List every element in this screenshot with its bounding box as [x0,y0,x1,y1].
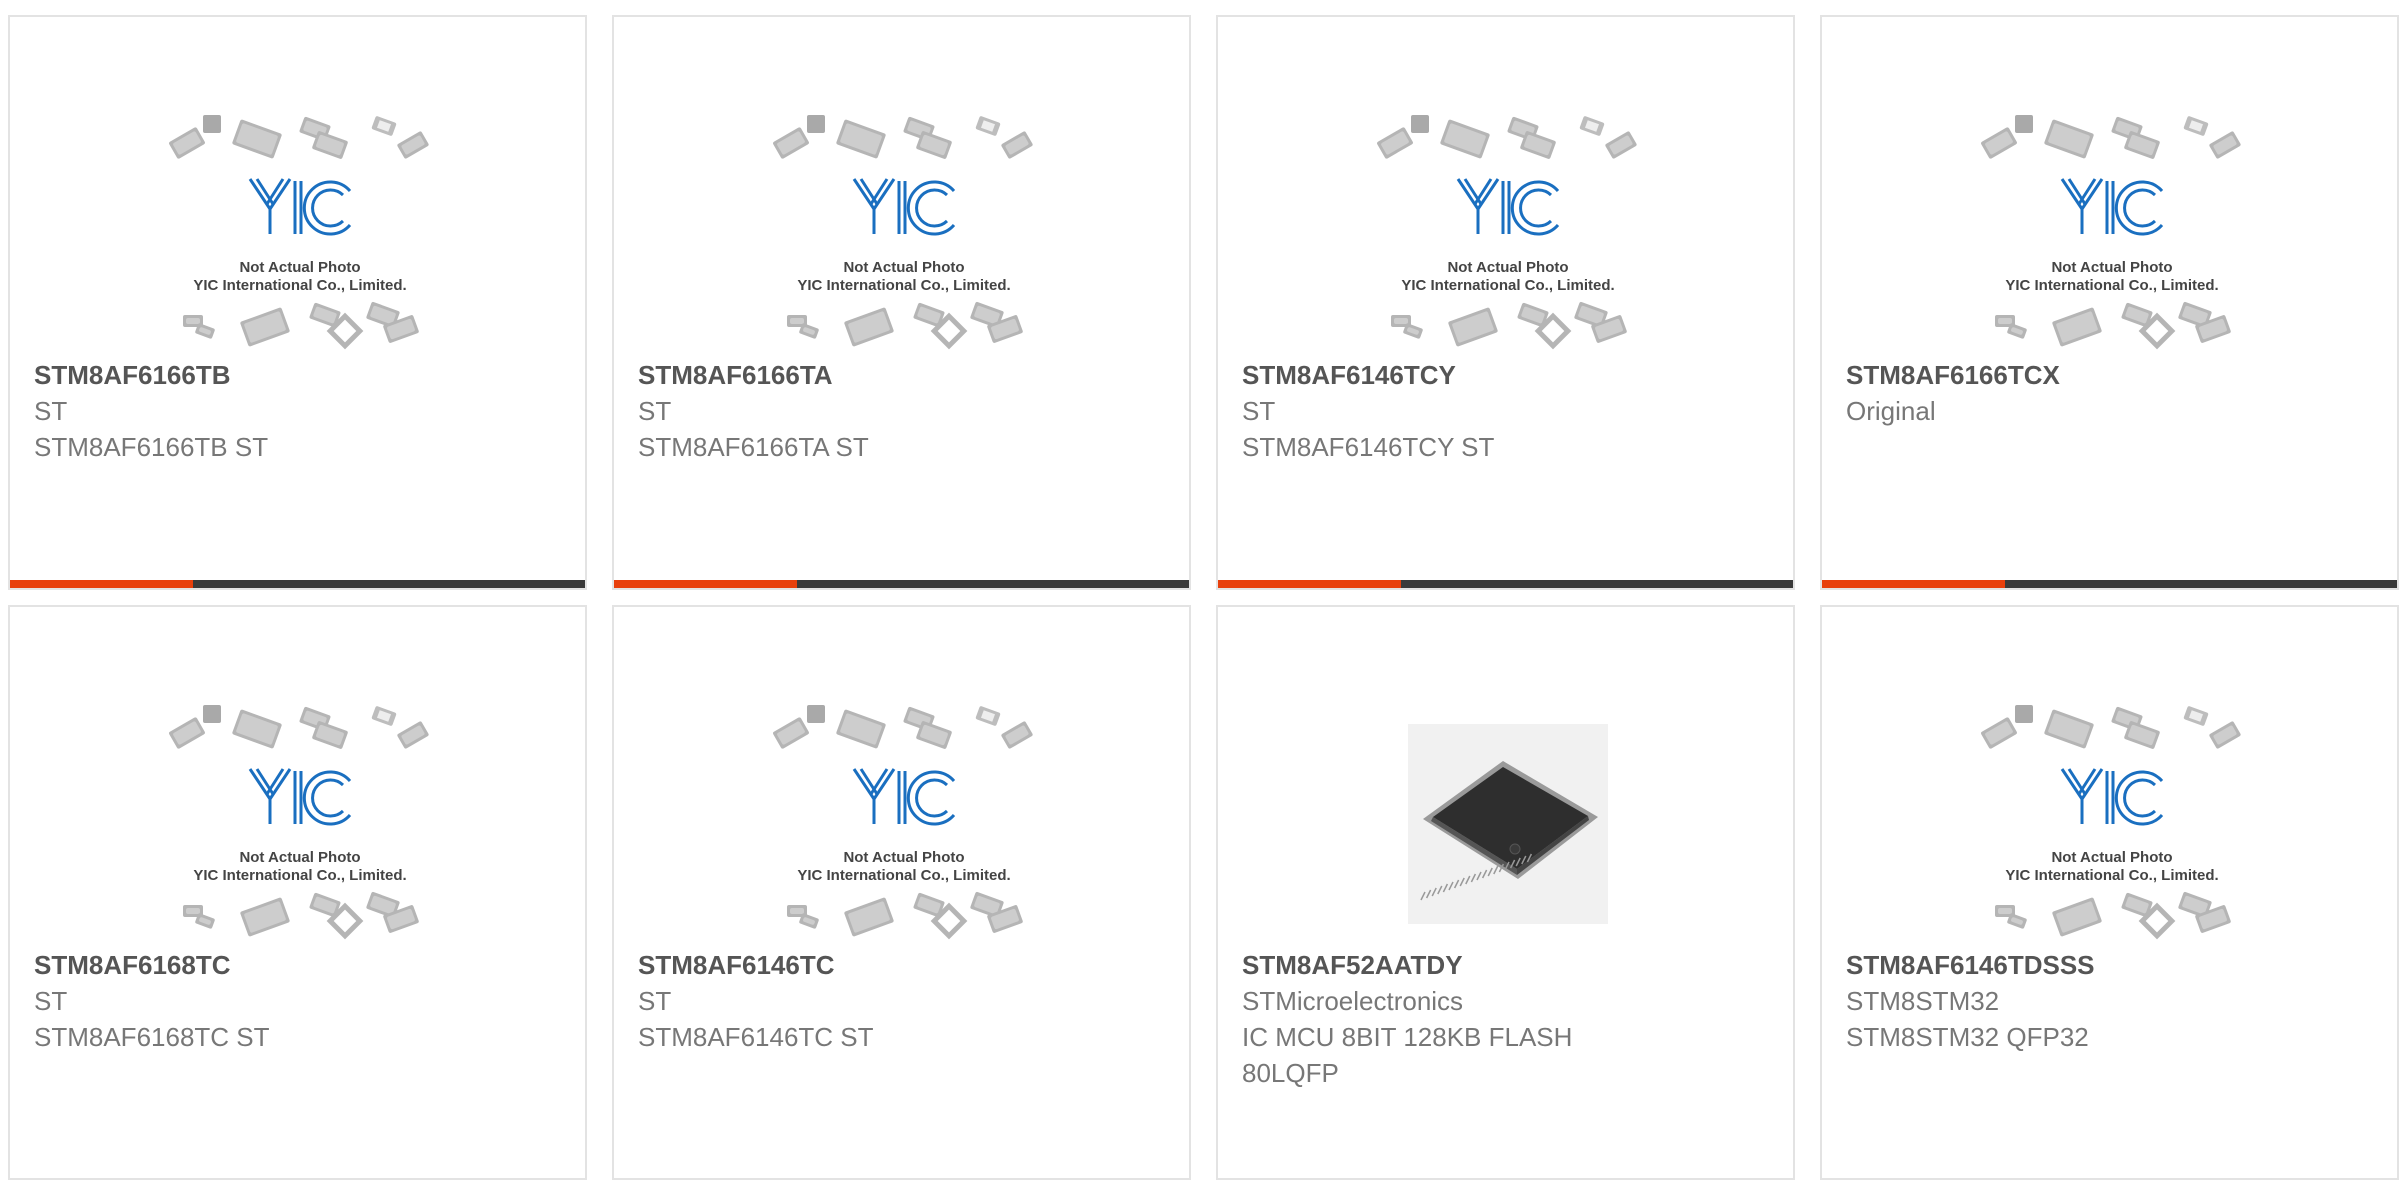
yic-logo [1456,178,1560,236]
package-icon [203,115,221,133]
product-image[interactable]: Not Actual Photo YIC International Co., L… [769,699,1039,949]
package-icon [2015,705,2033,723]
not-actual-photo-placeholder: Not Actual PhotoYIC International Co., L… [1981,705,2241,940]
manufacturer: ST [34,396,68,426]
product-card[interactable]: Not Actual Photo YIC International Co., L… [1820,605,2399,1180]
part-number-link[interactable]: STM8AF52AATDY [1242,947,1769,983]
description: STM8AF6146TC ST [638,1022,874,1052]
product-card[interactable]: Not Actual Photo YIC International Co., L… [1216,15,1795,590]
svg-text:YIC International Co., Limited: YIC International Co., Limited. [2005,867,2218,884]
svg-text:Not Actual Photo: Not Actual Photo [843,259,964,276]
description: STM8AF6168TC ST [34,1022,270,1052]
svg-text:Not Actual Photo: Not Actual Photo [1447,259,1568,276]
part-number-link[interactable]: STM8AF6166TA [638,357,1165,393]
manufacturer: ST [638,396,672,426]
description: IC MCU 8BIT 128KB FLASH 80LQFP [1242,1022,1573,1088]
card-accent-bar [614,580,797,588]
yic-logo [248,768,352,826]
card-bottom-bar [1218,580,1793,588]
part-number-link[interactable]: STM8AF6146TDSSS [1846,947,2373,983]
product-card[interactable]: Not Actual Photo YIC International Co., L… [612,605,1191,1180]
card-bottom-bar [1822,580,2397,588]
card-bottom-bar [614,580,1189,588]
package-icon [2183,706,2209,726]
product-info: STM8AF6166TCX Original [1846,357,2373,429]
chip-photo [1408,724,1608,924]
product-image[interactable] [1373,699,1643,949]
yic-logo [248,178,352,236]
product-info: STM8AF6146TCY ST STM8AF6146TCY ST [1242,357,1769,465]
description: STM8AF6166TB ST [34,432,269,462]
package-icon [2183,116,2209,136]
package-icon [807,115,825,133]
svg-text:YIC International Co., Limited: YIC International Co., Limited. [2005,277,2218,294]
product-info: STM8AF6146TDSSS STM8STM32 STM8STM32 QFP3… [1846,947,2373,1055]
description: STM8AF6146TCY ST [1242,432,1495,462]
product-info: STM8AF6168TC ST STM8AF6168TC ST [34,947,561,1055]
package-icon [1579,116,1605,136]
card-accent-bar [10,580,193,588]
svg-text:Not Actual Photo: Not Actual Photo [843,849,964,866]
manufacturer: STM8STM32 [1846,986,2000,1016]
product-info: STM8AF6166TA ST STM8AF6166TA ST [638,357,1165,465]
package-icon [975,116,1001,136]
not-actual-photo-placeholder: Not Actual PhotoYIC International Co., L… [773,705,1033,940]
not-actual-photo-placeholder: Not Actual PhotoYIC International Co., L… [773,115,1033,350]
not-actual-photo-placeholder: Not Actual PhotoYIC International Co., L… [1377,115,1637,350]
svg-text:YIC International Co., Limited: YIC International Co., Limited. [797,277,1010,294]
product-image[interactable]: Not Actual Photo YIC International Co., L… [1373,109,1643,359]
yic-logo [2060,768,2164,826]
manufacturer: ST [638,986,672,1016]
part-number-link[interactable]: STM8AF6166TB [34,357,561,393]
product-card[interactable]: Not Actual Photo YIC International Co., L… [8,605,587,1180]
not-actual-photo-placeholder: Not Actual PhotoYIC International Co., L… [169,115,429,350]
yic-logo [2060,178,2164,236]
package-icon [371,116,397,136]
product-info: STM8AF6166TB ST STM8AF6166TB ST [34,357,561,465]
product-card[interactable]: Not Actual Photo YIC International Co., L… [1820,15,2399,590]
package-icon [203,705,221,723]
package-icon [807,705,825,723]
yic-logo [852,178,956,236]
package-icon [1411,115,1429,133]
product-image[interactable]: Not Actual Photo YIC International Co., L… [1977,699,2247,949]
svg-text:YIC International Co., Limited: YIC International Co., Limited. [193,277,406,294]
description: STM8AF6166TA ST [638,432,869,462]
card-accent-bar [1822,580,2005,588]
svg-text:YIC International Co., Limited: YIC International Co., Limited. [797,867,1010,884]
product-info: STM8AF52AATDY STMicroelectronics IC MCU … [1242,947,1769,1091]
product-image[interactable]: Not Actual Photo YIC International Co., L… [1977,109,2247,359]
manufacturer: ST [1242,396,1276,426]
product-info: STM8AF6146TC ST STM8AF6146TC ST [638,947,1165,1055]
not-actual-photo-placeholder: Not Actual PhotoYIC International Co., L… [1981,115,2241,350]
package-icon [371,706,397,726]
svg-text:Not Actual Photo: Not Actual Photo [2051,849,2172,866]
package-icon [975,706,1001,726]
manufacturer: Original [1846,396,1936,426]
card-bottom-bar [10,580,585,588]
manufacturer: STMicroelectronics [1242,986,1464,1016]
part-number-link[interactable]: STM8AF6146TCY [1242,357,1769,393]
manufacturer: ST [34,986,68,1016]
svg-text:Not Actual Photo: Not Actual Photo [239,259,360,276]
part-number-link[interactable]: STM8AF6166TCX [1846,357,2373,393]
product-card[interactable]: Not Actual Photo YIC International Co., L… [612,15,1191,590]
product-card[interactable]: Not Actual Photo YIC International Co., L… [8,15,587,590]
product-card[interactable]: STM8AF52AATDY STMicroelectronics IC MCU … [1216,605,1795,1180]
card-accent-bar [1218,580,1401,588]
part-number-link[interactable]: STM8AF6168TC [34,947,561,983]
svg-text:Not Actual Photo: Not Actual Photo [2051,259,2172,276]
product-grid: Not Actual Photo YIC International Co., L… [8,15,2399,1180]
product-image[interactable]: Not Actual Photo YIC International Co., L… [165,699,435,949]
svg-text:YIC International Co., Limited: YIC International Co., Limited. [1401,277,1614,294]
svg-text:Not Actual Photo: Not Actual Photo [239,849,360,866]
part-number-link[interactable]: STM8AF6146TC [638,947,1165,983]
svg-text:YIC International Co., Limited: YIC International Co., Limited. [193,867,406,884]
package-icon [2015,115,2033,133]
yic-logo [852,768,956,826]
product-image[interactable]: Not Actual Photo YIC International Co., L… [769,109,1039,359]
not-actual-photo-placeholder: Not Actual PhotoYIC International Co., L… [169,705,429,940]
description: STM8STM32 QFP32 [1846,1022,2089,1052]
product-image[interactable]: Not Actual Photo YIC International Co., L… [165,109,435,359]
